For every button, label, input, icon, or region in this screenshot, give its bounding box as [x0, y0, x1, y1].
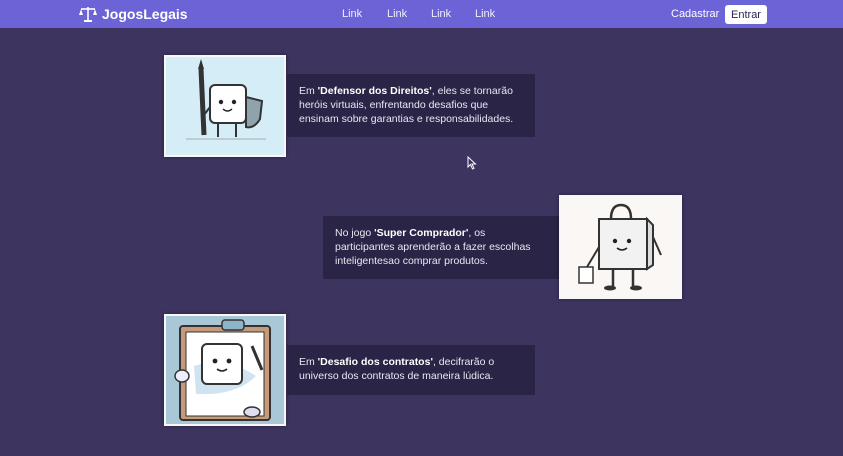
game-image-defensor [164, 55, 286, 157]
scales-icon [78, 5, 98, 23]
game-title-contratos: 'Desafio dos contratos' [317, 356, 433, 368]
nav-link-4[interactable]: Link [475, 8, 495, 20]
login-button[interactable]: Entrar [725, 5, 767, 24]
game-image-comprador [559, 195, 682, 299]
game-title-comprador: 'Super Comprador' [374, 227, 469, 239]
nav-link-2[interactable]: Link [387, 8, 407, 20]
game-image-contratos [164, 314, 286, 426]
game-title-defensor: 'Defensor dos Direitos' [317, 85, 432, 97]
mouse-cursor-icon [467, 155, 477, 175]
navbar: JogosLegais Link Link Link Link Cadastra… [0, 0, 843, 28]
nav-link-1[interactable]: Link [342, 8, 362, 20]
game-description-comprador: No jogo 'Super Comprador', os participan… [323, 216, 559, 279]
description-prefix: No jogo [335, 227, 375, 239]
shopping-bag-character-icon [561, 197, 680, 297]
game-description-defensor: Em 'Defensor dos Direitos', eles se torn… [287, 74, 535, 137]
description-prefix: Em [299, 356, 318, 368]
nav-link-3[interactable]: Link [431, 8, 451, 20]
description-prefix: Em [299, 85, 318, 97]
brand-name: JogosLegais [102, 6, 188, 22]
cube-knight-with-pen-and-shield-icon [166, 57, 284, 155]
game-description-contratos: Em 'Desafio dos contratos', decifrarão o… [287, 345, 535, 395]
cube-on-clipboard-contract-icon [166, 316, 284, 424]
signup-link[interactable]: Cadastrar [671, 8, 719, 20]
brand-logo[interactable]: JogosLegais [78, 4, 188, 24]
